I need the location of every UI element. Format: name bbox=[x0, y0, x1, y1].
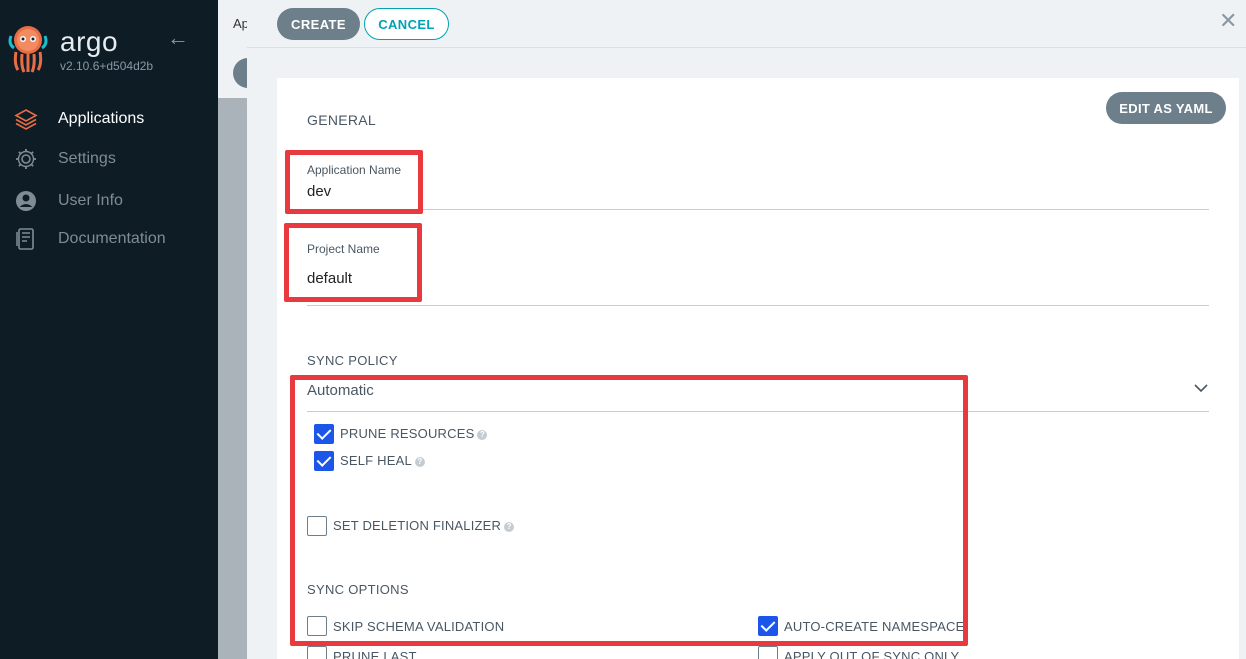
auto-create-namespace-checkbox[interactable] bbox=[758, 616, 778, 636]
project-name-label: Project Name bbox=[307, 242, 380, 256]
form-card: EDIT AS YAML GENERAL Application Name de… bbox=[277, 78, 1239, 659]
cancel-button[interactable]: CANCEL bbox=[364, 8, 449, 40]
prune-last-checkbox[interactable] bbox=[307, 646, 327, 659]
book-icon bbox=[16, 228, 34, 250]
sidebar-item-documentation[interactable]: Documentation bbox=[0, 221, 218, 257]
auto-create-namespace-label: AUTO-CREATE NAMESPACE bbox=[784, 619, 965, 634]
help-icon[interactable]: ? bbox=[414, 456, 425, 467]
user-icon bbox=[16, 191, 36, 211]
apply-out-of-sync-only-checkbox[interactable] bbox=[758, 646, 778, 659]
layers-icon bbox=[14, 109, 38, 130]
sync-policy-underline bbox=[307, 411, 1209, 412]
help-icon[interactable]: ? bbox=[504, 521, 515, 532]
sidebar-item-user-info[interactable]: User Info bbox=[0, 183, 218, 219]
argo-logo-icon bbox=[8, 26, 48, 73]
sidebar-item-applications[interactable]: Applications bbox=[0, 101, 218, 137]
set-deletion-finalizer-label: SET DELETION FINALIZER? bbox=[333, 518, 515, 533]
sync-policy-title: SYNC POLICY bbox=[307, 353, 398, 368]
create-button[interactable]: CREATE bbox=[277, 8, 360, 40]
sidebar-item-label: User Info bbox=[58, 192, 123, 209]
skip-schema-validation-label: SKIP SCHEMA VALIDATION bbox=[333, 619, 505, 634]
brand-name: argo bbox=[60, 26, 119, 57]
prune-resources-label: PRUNE RESOURCES? bbox=[340, 426, 488, 441]
application-name-label: Application Name bbox=[307, 163, 402, 177]
sidebar-item-label: Settings bbox=[58, 150, 116, 167]
sidebar-item-settings[interactable]: Settings bbox=[0, 141, 218, 177]
skip-schema-validation-checkbox[interactable] bbox=[307, 616, 327, 636]
sync-options-title: SYNC OPTIONS bbox=[307, 582, 409, 597]
prune-last-label: PRUNE LAST bbox=[333, 649, 417, 659]
self-heal-checkbox[interactable] bbox=[314, 451, 334, 471]
background-page: Ap bbox=[218, 0, 253, 659]
collapse-sidebar-arrow-icon[interactable]: ← bbox=[166, 26, 190, 50]
project-name-underline bbox=[307, 305, 1209, 306]
sidebar-item-label: Applications bbox=[58, 110, 145, 127]
prune-resources-checkbox[interactable] bbox=[314, 424, 334, 444]
sidebar-item-label: Documentation bbox=[58, 230, 166, 247]
gear-icon bbox=[16, 149, 36, 169]
help-icon[interactable]: ? bbox=[477, 429, 488, 440]
project-name-input[interactable]: default bbox=[307, 270, 352, 287]
panel-header: CREATE CANCEL ✕ bbox=[247, 0, 1246, 48]
create-application-panel: CREATE CANCEL ✕ EDIT AS YAML GENERAL App… bbox=[247, 0, 1246, 659]
background-toolbar: Ap bbox=[218, 0, 253, 98]
sidebar: argo v2.10.6+d504d2b ← Applications Sett… bbox=[0, 0, 218, 659]
set-deletion-finalizer-checkbox[interactable] bbox=[307, 516, 327, 536]
sync-policy-select[interactable]: Automatic bbox=[307, 382, 374, 399]
application-name-input[interactable]: dev bbox=[307, 183, 331, 200]
self-heal-label: SELF HEAL? bbox=[340, 453, 425, 468]
apply-out-of-sync-only-label: APPLY OUT OF SYNC ONLY bbox=[784, 649, 960, 659]
chevron-down-icon[interactable] bbox=[1192, 379, 1210, 397]
edit-as-yaml-button[interactable]: EDIT AS YAML bbox=[1106, 92, 1226, 124]
background-overlay bbox=[218, 98, 248, 659]
close-icon[interactable]: ✕ bbox=[1219, 10, 1239, 32]
general-section-title: GENERAL bbox=[307, 112, 377, 128]
version-text: v2.10.6+d504d2b bbox=[60, 59, 154, 73]
application-name-underline bbox=[307, 209, 1209, 210]
